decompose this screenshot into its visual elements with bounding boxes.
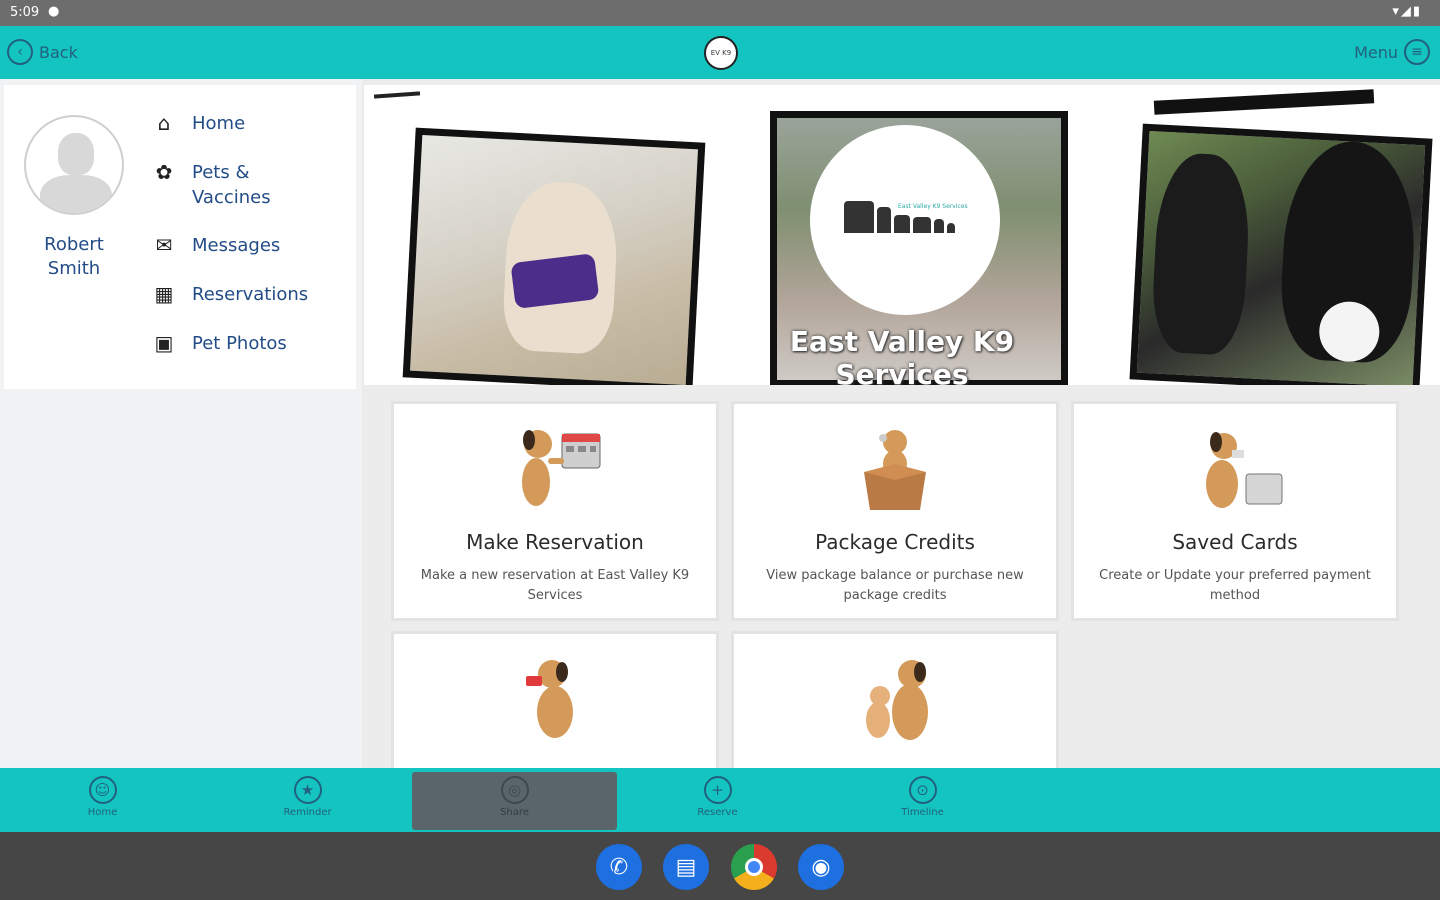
back-label: Back (39, 42, 78, 62)
business-logo: East Valley K9 Services (810, 125, 1000, 315)
star-icon: ★ (293, 776, 322, 804)
dog-treat-icon (526, 660, 573, 738)
avatar[interactable] (24, 115, 124, 215)
user-name: Robert Smith (24, 233, 124, 281)
person-icon: ☺ (88, 776, 117, 804)
business-title: East Valley K9 Services (789, 325, 1015, 385)
back-button[interactable]: ‹ Back (7, 39, 78, 65)
avatar-head-shape (58, 133, 94, 175)
nav-item-pet-photos[interactable]: ▣ Pet Photos (150, 331, 287, 356)
tab-label: Share (500, 807, 529, 818)
tab-label: Home (87, 807, 118, 818)
nav-item-label: Reservations (192, 284, 309, 305)
dog-photo-black-dogs[interactable] (1129, 123, 1433, 385)
nav-item-reservations[interactable]: ▦ Reservations (150, 282, 309, 307)
dog-chest-shape (1317, 300, 1381, 364)
dog-shape (1277, 138, 1420, 365)
menu-button[interactable]: Menu ≡ (1354, 39, 1430, 65)
tab-reserve[interactable]: + Reserve (615, 772, 820, 830)
phone-app-icon[interactable]: ✆ (596, 844, 642, 890)
main-content: East Valley K9 Services East Valley K9 S… (364, 79, 1440, 768)
messages-app-icon[interactable]: ▤ (663, 844, 709, 890)
tile-title: Make Reservation (466, 530, 644, 554)
tile-package-credits[interactable]: Package Credits View package balance or … (731, 401, 1059, 621)
dog-box-icon (864, 430, 926, 510)
photo-edge-decoration (373, 91, 421, 99)
user-first-name: Robert (44, 234, 104, 255)
chrome-app-icon[interactable] (731, 844, 777, 890)
tab-label: Reminder (283, 807, 332, 818)
tile-treat[interactable] (391, 631, 719, 768)
dog-shape (1149, 151, 1253, 357)
tab-label: Reserve (697, 807, 738, 818)
tile-puppy[interactable] (731, 631, 1059, 768)
chevron-left-icon: ‹ (7, 39, 33, 65)
service-vest-shape (510, 253, 600, 310)
left-panel: Robert Smith ⌂ Home ✿ Pets & Vaccines ✉ … (0, 79, 362, 768)
bottom-tab-bar: ☺ Home ★ Reminder ◎ Share + Reserve ⊙ Ti… (0, 768, 1440, 832)
tab-timeline[interactable]: ⊙ Timeline (820, 772, 1025, 830)
timeline-icon: ⊙ (908, 776, 937, 804)
paw-icon: ✿ (155, 160, 173, 184)
calendar-icon: ▦ (154, 282, 174, 306)
tile-description: View package balance or purchase new pac… (766, 568, 1024, 603)
status-icons: ▾◢▮ (1392, 4, 1422, 19)
status-time: 5:09 (10, 5, 40, 20)
tile-title: Package Credits (815, 530, 975, 554)
photo-banner: East Valley K9 Services East Valley K9 S… (364, 85, 1440, 385)
dog-shape (501, 179, 620, 356)
dog-card-icon (1206, 432, 1283, 508)
nav-item-label: Messages (192, 235, 281, 256)
nav-item-messages[interactable]: ✉ Messages (150, 233, 281, 258)
house-icon: ⌂ (157, 111, 171, 135)
logo-text: EV K9 (710, 49, 732, 57)
menu-label: Menu (1354, 42, 1398, 62)
tab-reminder[interactable]: ★ Reminder (205, 772, 410, 830)
nav-item-pets-vaccines[interactable]: ✿ Pets & Vaccines (150, 160, 271, 210)
tab-share[interactable]: ◎ Share (412, 772, 617, 830)
hamburger-icon: ≡ (1404, 39, 1430, 65)
nav-item-label: Pets & Vaccines (192, 162, 271, 208)
tile-description: Create or Update your preferred payment … (1099, 568, 1371, 603)
app-logo[interactable]: EV K9 (704, 36, 738, 70)
camera-app-icon[interactable]: ◉ (798, 844, 844, 890)
tile-make-reservation[interactable]: Make Reservation Make a new reservation … (391, 401, 719, 621)
tile-title: Saved Cards (1172, 530, 1298, 554)
share-icon: ◎ (500, 776, 529, 804)
avatar-body-shape (40, 175, 112, 213)
tile-description: Make a new reservation at East Valley K9… (420, 568, 690, 603)
dog-puppy-icon (866, 660, 928, 740)
envelope-icon: ✉ (155, 233, 173, 257)
tab-label: Timeline (901, 807, 944, 818)
tab-home[interactable]: ☺ Home (0, 772, 205, 830)
dog-calendar-icon (522, 430, 601, 506)
nav-item-label: Pet Photos (192, 333, 287, 354)
status-bar: 5:09 ● ▾◢▮ (0, 0, 1440, 26)
user-last-name: Smith (47, 258, 101, 279)
chat-bubble-icon: ● (48, 4, 60, 19)
tile-saved-cards[interactable]: Saved Cards Create or Update your prefer… (1071, 401, 1399, 621)
app-bar: ‹ Back EV K9 Menu ≡ (0, 26, 1440, 79)
photo-edge-decoration (1153, 89, 1375, 115)
chrome-center-shape (745, 858, 763, 876)
photos-icon: ▣ (154, 331, 174, 355)
dog-photo-poodle[interactable] (402, 127, 706, 385)
plus-icon: + (703, 776, 732, 804)
profile-card: Robert Smith ⌂ Home ✿ Pets & Vaccines ✉ … (4, 85, 356, 389)
nav-item-label: Home (192, 113, 246, 134)
android-dock: ✆ ▤ ◉ (0, 832, 1440, 900)
logo-caption: East Valley K9 Services (898, 203, 968, 210)
nav-item-home[interactable]: ⌂ Home (150, 111, 246, 136)
